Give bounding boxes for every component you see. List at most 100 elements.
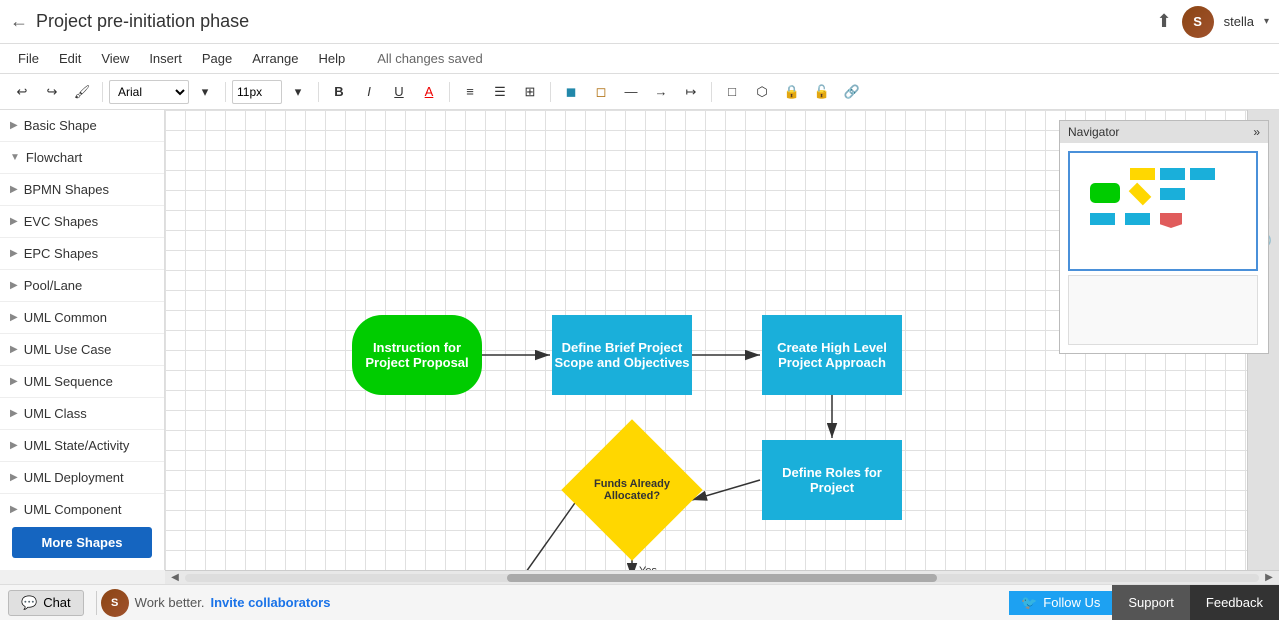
sidebar-label-uml-common: UML Common <box>24 310 107 325</box>
sidebar-item-uml-sequence[interactable]: ▶ UML Sequence <box>0 366 164 398</box>
navigator-content <box>1060 143 1268 353</box>
nav-mini-shape <box>1090 213 1115 225</box>
arrow-icon: ▶ <box>10 472 18 483</box>
shape-label: Define Brief Project Scope and Objective… <box>552 340 692 370</box>
scroll-right-btn[interactable]: ▶ <box>1259 572 1279 583</box>
font-color-button[interactable]: A <box>415 79 443 105</box>
font-size-input[interactable] <box>232 80 282 104</box>
chat-icon: 💬 <box>21 595 37 611</box>
menu-help[interactable]: Help <box>310 47 353 70</box>
horizontal-scrollbar[interactable]: ◀ ▶ <box>165 570 1279 584</box>
share-icon[interactable]: ⬆ <box>1157 11 1172 32</box>
nav-mini-shape <box>1160 213 1182 228</box>
line-color-button[interactable]: ◻ <box>587 79 615 105</box>
italic-button[interactable]: I <box>355 79 383 105</box>
separator-1 <box>102 82 103 102</box>
saved-status: All changes saved <box>377 51 483 66</box>
sidebar-item-evc[interactable]: ▶ EVC Shapes <box>0 206 164 238</box>
navigator-header: Navigator » <box>1060 121 1268 143</box>
menu-arrange[interactable]: Arrange <box>244 47 306 70</box>
avatar: S <box>1182 6 1214 38</box>
navigator-collapse-btn[interactable]: » <box>1253 125 1260 139</box>
unlock-button[interactable]: 🔓 <box>808 79 836 105</box>
user-name[interactable]: stella <box>1224 14 1254 29</box>
link-button[interactable]: 🔗 <box>838 79 866 105</box>
invite-section: S Work better. Invite collaborators <box>101 589 555 617</box>
line-end-button[interactable]: ↦ <box>677 79 705 105</box>
fill-color-button[interactable]: ◼ <box>557 79 585 105</box>
arrow-icon: ▶ <box>10 216 18 227</box>
shape-define-brief[interactable]: Define Brief Project Scope and Objective… <box>552 315 692 395</box>
bold-button[interactable]: B <box>325 79 353 105</box>
scrollbar-track[interactable] <box>185 574 1259 582</box>
align-right-button[interactable]: ⊞ <box>516 79 544 105</box>
more-shapes-button[interactable]: More Shapes <box>12 527 152 558</box>
shape-label: Instruction for Project Proposal <box>352 340 482 370</box>
sidebar-scroll: ▶ Basic Shape ▼ Flowchart ▶ BPMN Shapes … <box>0 110 164 515</box>
sidebar-item-bpmn[interactable]: ▶ BPMN Shapes <box>0 174 164 206</box>
sidebar-item-uml-deployment[interactable]: ▶ UML Deployment <box>0 462 164 494</box>
menu-insert[interactable]: Insert <box>141 47 190 70</box>
sidebar-item-uml-component[interactable]: ▶ UML Component <box>0 494 164 515</box>
arrow-icon: ▶ <box>10 280 18 291</box>
scrollbar-thumb[interactable] <box>507 574 937 582</box>
align-button[interactable]: ☰ <box>486 79 514 105</box>
underline-button[interactable]: U <box>385 79 413 105</box>
sidebar-item-epc[interactable]: ▶ EPC Shapes <box>0 238 164 270</box>
shape-funds-diamond[interactable]: Funds Already Allocated? <box>561 419 702 560</box>
redo-button[interactable]: ↪ <box>38 79 66 105</box>
arrow-icon: ▶ <box>10 440 18 451</box>
nav-mini-shape <box>1160 168 1185 180</box>
sidebar-item-basic-shape[interactable]: ▶ Basic Shape <box>0 110 164 142</box>
follow-us-label: Follow Us <box>1043 595 1100 610</box>
shape-button[interactable]: ⬡ <box>748 79 776 105</box>
canvas-area[interactable]: No Yes Instruction for Project Proposal … <box>165 110 1279 570</box>
sidebar-label-bpmn: BPMN Shapes <box>24 182 109 197</box>
menu-edit[interactable]: Edit <box>51 47 89 70</box>
twitter-icon: 🐦 <box>1021 595 1037 611</box>
line-style-button[interactable]: — <box>617 79 645 105</box>
sidebar-item-uml-state[interactable]: ▶ UML State/Activity <box>0 430 164 462</box>
invite-collaborators-link[interactable]: Invite collaborators <box>211 595 331 610</box>
shape-instruction[interactable]: Instruction for Project Proposal <box>352 315 482 395</box>
arrow-icon: ▶ <box>10 504 18 515</box>
shadow-button[interactable]: □ <box>718 79 746 105</box>
font-family-select[interactable]: Arial <box>109 80 189 104</box>
align-left-button[interactable]: ≡ <box>456 79 484 105</box>
sidebar-label-evc: EVC Shapes <box>24 214 98 229</box>
undo-button[interactable]: ↩ <box>8 79 36 105</box>
menu-file[interactable]: File <box>10 47 47 70</box>
arrow-s4-s6 <box>492 500 577 570</box>
font-size-dropdown-btn[interactable]: ▾ <box>284 79 312 105</box>
sidebar-item-flowchart[interactable]: ▼ Flowchart <box>0 142 164 174</box>
invite-text: Work better. <box>135 595 205 610</box>
arrow-icon: ▶ <box>10 376 18 387</box>
sidebar-item-uml-use-case[interactable]: ▶ UML Use Case <box>0 334 164 366</box>
lock-button[interactable]: 🔒 <box>778 79 806 105</box>
follow-us-button[interactable]: 🐦 Follow Us <box>1009 591 1112 615</box>
menu-view[interactable]: View <box>93 47 137 70</box>
sidebar-label-epc: EPC Shapes <box>24 246 98 261</box>
sidebar-label-flowchart: Flowchart <box>26 150 82 165</box>
shape-define-roles[interactable]: Define Roles for Project <box>762 440 902 520</box>
feedback-button[interactable]: Feedback <box>1190 585 1279 620</box>
sidebar-label-uml-class: UML Class <box>24 406 87 421</box>
sidebar-label-uml-use-case: UML Use Case <box>24 342 112 357</box>
support-button[interactable]: Support <box>1112 585 1190 620</box>
navigator: Navigator » <box>1059 120 1269 354</box>
sidebar-item-uml-common[interactable]: ▶ UML Common <box>0 302 164 334</box>
sidebar-item-pool-lane[interactable]: ▶ Pool/Lane <box>0 270 164 302</box>
sidebar: ▶ Basic Shape ▼ Flowchart ▶ BPMN Shapes … <box>0 110 165 570</box>
scroll-left-btn[interactable]: ◀ <box>165 572 185 583</box>
shape-create-high-level[interactable]: Create High Level Project Approach <box>762 315 902 395</box>
page-title: Project pre-initiation phase <box>36 11 1157 32</box>
sidebar-item-uml-class[interactable]: ▶ UML Class <box>0 398 164 430</box>
back-button[interactable]: ← <box>10 11 28 32</box>
menu-page[interactable]: Page <box>194 47 240 70</box>
navigator-mini[interactable] <box>1068 151 1258 271</box>
user-dropdown-icon[interactable]: ▾ <box>1264 16 1269 27</box>
font-dropdown-btn[interactable]: ▾ <box>191 79 219 105</box>
format-paint-button[interactable]: 🖌 <box>68 79 96 105</box>
chat-button[interactable]: 💬 Chat <box>8 590 84 616</box>
arrow-style-button[interactable]: → <box>647 79 675 105</box>
